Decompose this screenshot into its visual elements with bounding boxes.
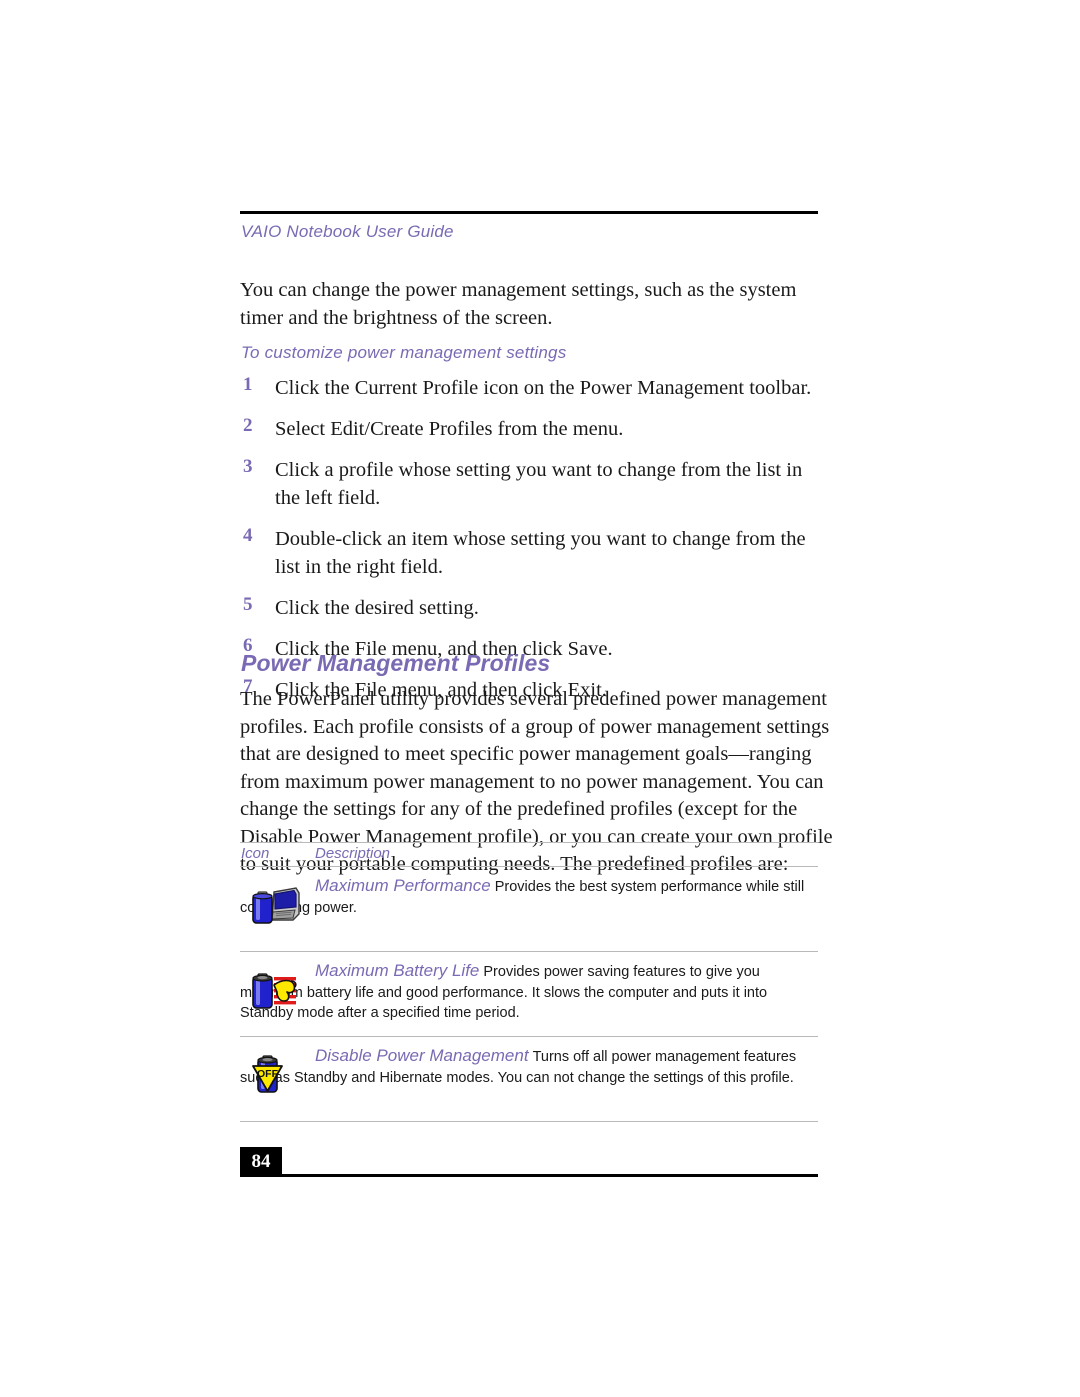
step-text: Click the Current Profile icon on the Po…	[275, 377, 812, 399]
step-number: 1	[243, 374, 253, 395]
document-page: VAIO Notebook User Guide You can change …	[0, 0, 1080, 1397]
battery-muscle-arm-icon	[244, 961, 306, 1023]
intro-paragraph: You can change the power management sett…	[240, 279, 797, 329]
procedure-heading: To customize power management settings	[241, 343, 567, 362]
page-footer: 84	[240, 1147, 818, 1181]
profile-title: Disable Power Management	[315, 1046, 529, 1065]
battery-laptop-icon	[244, 876, 306, 938]
page-number-badge: 84	[240, 1147, 282, 1177]
table-rule	[240, 1121, 818, 1122]
table-row: OFF Disable Power Management Turns off a…	[240, 1037, 818, 1121]
step-number: 3	[243, 456, 253, 477]
table-row: Maximum Performance Provides the best sy…	[240, 867, 818, 951]
page-header-title: VAIO Notebook User Guide	[241, 222, 454, 241]
footer-rule	[282, 1174, 818, 1177]
step-number: 4	[243, 525, 253, 546]
list-item: 1 Click the Current Profile icon on the …	[240, 374, 830, 402]
table-row: Maximum Battery Life Provides power savi…	[240, 952, 818, 1036]
step-text: Double-click an item whose setting you w…	[275, 528, 806, 578]
column-header-description: Description	[315, 845, 391, 862]
list-item: 5 Click the desired setting.	[240, 594, 830, 622]
step-text: Click a profile whose setting you want t…	[275, 459, 803, 509]
step-text: Select Edit/Create Profiles from the men…	[275, 418, 624, 440]
header-rule	[240, 211, 818, 214]
profile-title: Maximum Battery Life	[315, 961, 480, 980]
row-content: Disable Power Management Turns off all p…	[240, 1046, 804, 1086]
off-label: OFF	[257, 1068, 279, 1080]
column-header-icon: Icon	[241, 845, 270, 862]
list-item: 2 Select Edit/Create Profiles from the m…	[240, 415, 830, 443]
step-number: 2	[243, 415, 253, 436]
profile-table: Icon Description Maximum Performance Pro…	[240, 842, 818, 1122]
list-item: 4 Double-click an item whose setting you…	[240, 525, 830, 581]
profile-title: Maximum Performance	[315, 876, 491, 895]
step-text: Click the desired setting.	[275, 597, 479, 619]
row-content: Maximum Battery Life Provides power savi…	[240, 961, 767, 1021]
list-item: 3 Click a profile whose setting you want…	[240, 456, 830, 512]
table-header-row: Icon Description	[240, 843, 818, 866]
row-content: Maximum Performance Provides the best sy…	[240, 876, 804, 916]
battery-off-icon: OFF	[244, 1046, 306, 1108]
step-number: 5	[243, 594, 253, 615]
section-heading: Power Management Profiles	[241, 650, 551, 676]
